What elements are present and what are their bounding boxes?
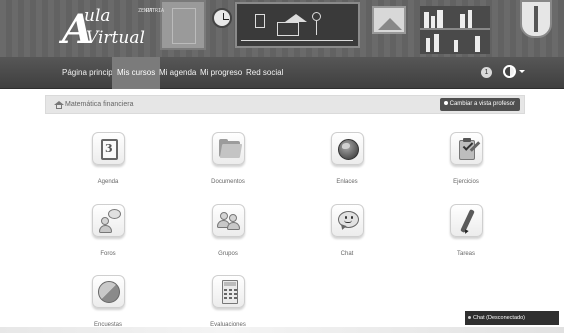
tool-evaluaciones[interactable]: Evaluaciones: [188, 275, 268, 333]
folder-icon[interactable]: [212, 132, 245, 165]
tool-label[interactable]: Enlaces: [307, 179, 387, 185]
tool-label[interactable]: Chat: [307, 251, 387, 257]
page-bottom-edge: [0, 327, 564, 333]
banner-bookshelf-illustration: [420, 6, 490, 54]
tool-encuestas[interactable]: Encuestas: [68, 275, 148, 333]
tool-enlaces[interactable]: Enlaces: [307, 132, 387, 192]
notification-badge[interactable]: 1: [481, 67, 492, 78]
calendar-icon[interactable]: 3: [92, 132, 125, 165]
crest-icon: [520, 0, 552, 38]
logo-line-1: ula: [84, 6, 111, 26]
chat-icon[interactable]: [331, 204, 364, 237]
caret-down-icon: [519, 70, 525, 73]
group-icon[interactable]: [212, 204, 245, 237]
tool-foros[interactable]: Foros: [68, 204, 148, 264]
course-title[interactable]: Matemática financiera: [65, 96, 133, 113]
user-menu-button[interactable]: [503, 65, 525, 79]
nav-mi-progreso[interactable]: Mi progreso: [195, 57, 247, 89]
chat-status-bar[interactable]: Chat (Desconectado): [465, 311, 559, 325]
nav-mis-cursos[interactable]: Mis cursos: [112, 57, 161, 89]
tool-tareas[interactable]: Tareas: [426, 204, 506, 264]
clock-icon: [212, 8, 232, 28]
banner-door-illustration: [160, 0, 206, 50]
banner-chalkboard-illustration: [235, 2, 360, 48]
tool-label[interactable]: Tareas: [426, 251, 506, 257]
tool-label[interactable]: Documentos: [188, 179, 268, 185]
status-dot-icon: [468, 316, 471, 319]
logo-line-2: Virtual: [86, 28, 145, 48]
nav-red-social[interactable]: Red social: [241, 57, 288, 89]
tool-ejercicios[interactable]: Ejercicios: [426, 132, 506, 192]
tool-grupos[interactable]: Grupos: [188, 204, 268, 264]
tool-label[interactable]: Agenda: [68, 179, 148, 185]
tool-documentos[interactable]: Documentos: [188, 132, 268, 192]
logo-motto-1: ZENIT: [138, 8, 153, 14]
tool-chat[interactable]: Chat: [307, 204, 387, 264]
tool-label[interactable]: Grupos: [188, 251, 268, 257]
banner-picture-frame: [372, 6, 406, 34]
forum-icon[interactable]: [92, 204, 125, 237]
logo-motto-2: PATRIA: [146, 8, 164, 14]
user-avatar-icon: [503, 65, 516, 78]
globe-icon[interactable]: [331, 132, 364, 165]
calendar-day-number: 3: [105, 142, 113, 155]
survey-icon[interactable]: [92, 275, 125, 308]
breadcrumb: Matemática financiera Cambiar a vista pr…: [45, 95, 525, 114]
tool-agenda[interactable]: 3 Agenda: [68, 132, 148, 192]
home-icon[interactable]: [54, 101, 64, 109]
chat-status-label: Chat (Desconectado): [473, 315, 525, 321]
tool-label[interactable]: Foros: [68, 251, 148, 257]
switch-teacher-view-button[interactable]: Cambiar a vista profesor: [439, 98, 520, 111]
calculator-icon[interactable]: [212, 275, 245, 308]
header-banner: A ula Virtual ZENIT PATRIA: [0, 0, 564, 57]
main-navbar: Página principal Mis cursos Mi agenda Mi…: [0, 57, 564, 89]
switch-teacher-view-label: Cambiar a vista profesor: [449, 101, 515, 107]
pencil-icon[interactable]: [450, 204, 483, 237]
tool-label[interactable]: Ejercicios: [426, 179, 506, 185]
clipboard-check-icon[interactable]: [450, 132, 483, 165]
eye-icon: [443, 101, 448, 105]
